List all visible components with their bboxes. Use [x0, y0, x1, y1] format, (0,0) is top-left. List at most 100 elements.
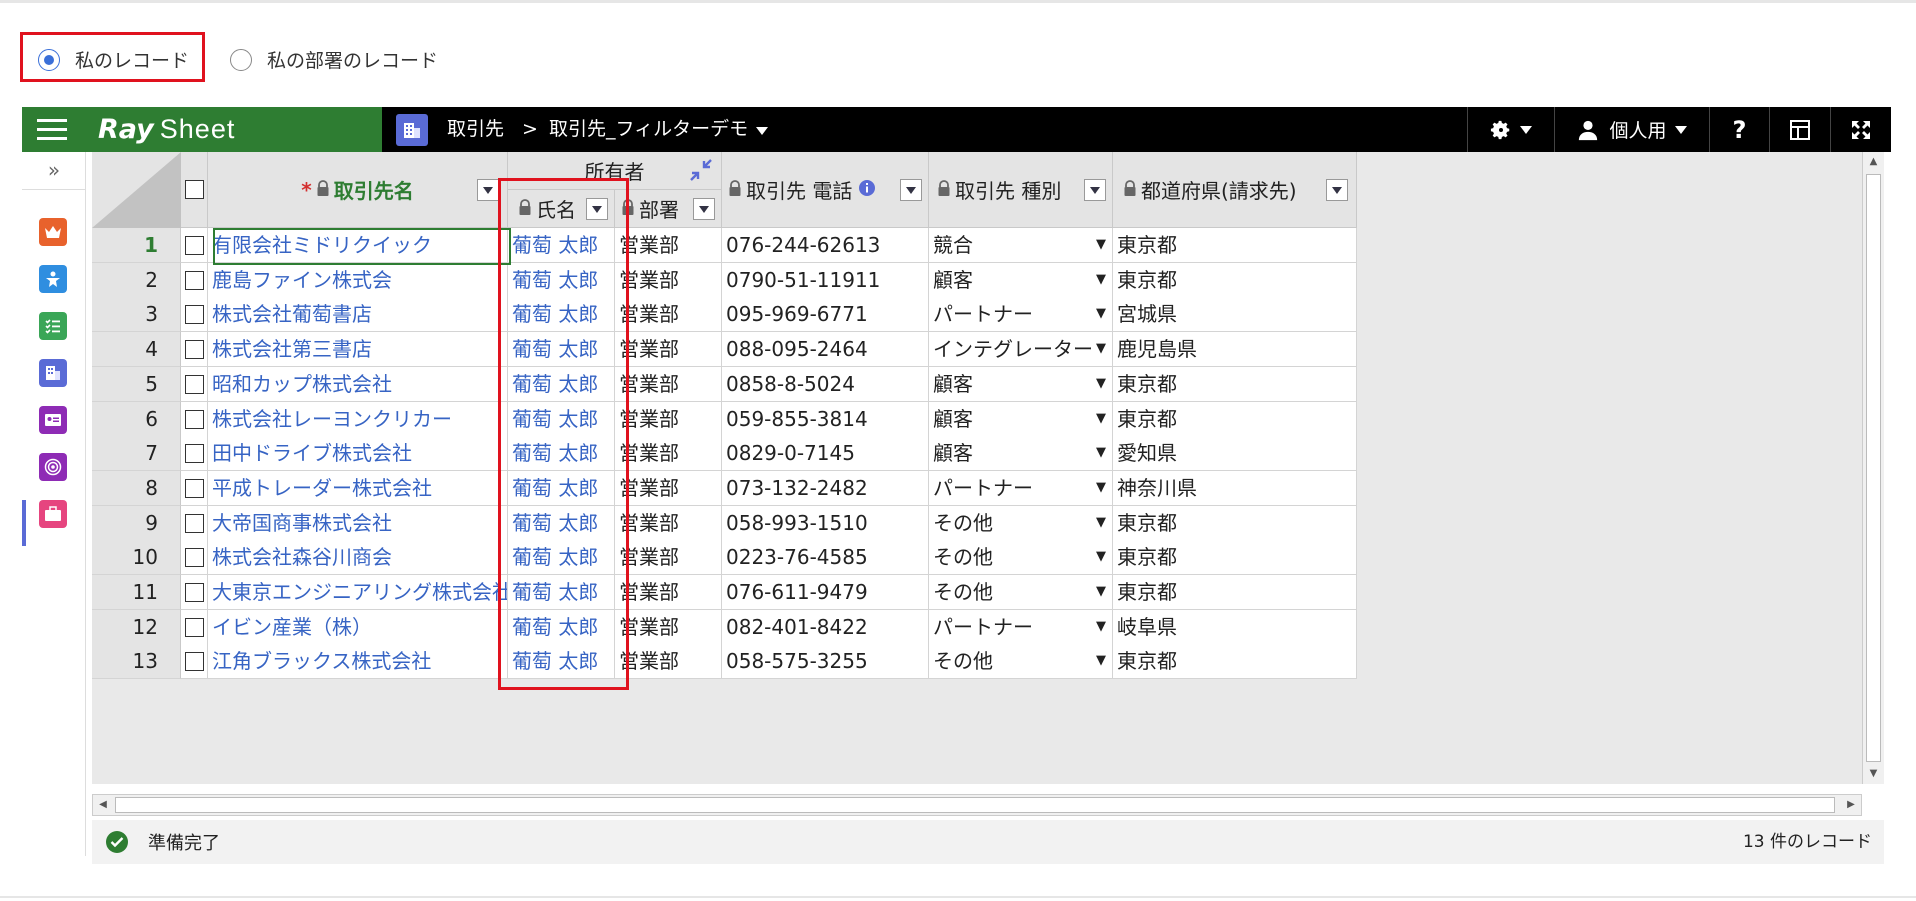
cell-prefecture[interactable]: 宮城県 — [1113, 297, 1357, 332]
select-dropdown-icon[interactable]: ▼ — [1096, 367, 1106, 401]
select-dropdown-icon[interactable]: ▼ — [1096, 540, 1106, 574]
radio-my-dept-records[interactable]: 私の部署のレコード — [230, 46, 438, 73]
select-dropdown-icon[interactable]: ▼ — [1096, 575, 1106, 609]
vertical-scrollbar[interactable]: ▲ ▼ — [1862, 152, 1884, 784]
cell-owner-name[interactable]: 葡萄 太郎 — [508, 540, 615, 575]
cell-phone[interactable]: 0790-51-11911 — [722, 263, 929, 298]
row-checkbox[interactable] — [184, 547, 204, 567]
row-number[interactable]: 13 — [92, 644, 181, 679]
row-checkbox[interactable] — [184, 478, 204, 498]
select-dropdown-icon[interactable]: ▼ — [1096, 297, 1106, 331]
radio-my-records[interactable]: 私のレコード — [38, 46, 189, 73]
layout-button[interactable] — [1769, 107, 1830, 152]
breadcrumb-view[interactable]: 取引先_フィルターデモ — [549, 107, 769, 152]
cell-account-name[interactable]: 鹿島ファイン株式会 — [208, 263, 508, 298]
row-checkbox[interactable] — [184, 304, 204, 324]
row-number[interactable]: 7 — [92, 436, 181, 471]
select-dropdown-icon[interactable]: ▼ — [1096, 263, 1106, 297]
row-number[interactable]: 11 — [92, 575, 181, 610]
cell-type[interactable]: その他 ▼ — [929, 575, 1113, 610]
cell-prefecture[interactable]: 岐阜県 — [1113, 610, 1357, 645]
scroll-up-icon[interactable]: ▲ — [1863, 152, 1884, 172]
select-all-checkbox[interactable] — [184, 180, 204, 199]
cell-account-name[interactable]: 田中ドライブ株式会社 — [208, 436, 508, 471]
cell-type[interactable]: 顧客 ▼ — [929, 436, 1113, 471]
cell-account-name[interactable]: 株式会社第三書店 — [208, 332, 508, 367]
cell-type[interactable]: その他 ▼ — [929, 644, 1113, 679]
select-dropdown-icon[interactable]: ▼ — [1096, 402, 1106, 436]
column-dropdown-button[interactable] — [1084, 179, 1106, 201]
cell-owner-name[interactable]: 葡萄 太郎 — [508, 644, 615, 679]
cell-phone[interactable]: 082-401-8422 — [722, 610, 929, 645]
cell-type[interactable]: 顧客 ▼ — [929, 263, 1113, 298]
row-checkbox[interactable] — [184, 374, 204, 394]
contact-card-icon[interactable] — [39, 406, 67, 434]
cell-prefecture[interactable]: 東京都 — [1113, 402, 1357, 437]
cell-owner-name[interactable]: 葡萄 太郎 — [508, 610, 615, 645]
cell-account-name[interactable]: 平成トレーダー株式会社 — [208, 471, 508, 506]
cell-account-name[interactable]: 大東京エンジニアリング株式会社 — [208, 575, 508, 610]
row-checkbox[interactable] — [184, 235, 204, 255]
column-header-prefecture[interactable]: 都道府県(請求先) — [1113, 152, 1357, 228]
cell-prefecture[interactable]: 東京都 — [1113, 644, 1357, 679]
cell-owner-name[interactable]: 葡萄 太郎 — [508, 436, 615, 471]
select-dropdown-icon[interactable]: ▼ — [1096, 228, 1106, 262]
cell-owner-name[interactable]: 葡萄 太郎 — [508, 402, 615, 437]
cell-prefecture[interactable]: 東京都 — [1113, 228, 1357, 263]
column-dropdown-button[interactable] — [900, 179, 922, 201]
row-number[interactable]: 1 — [92, 228, 181, 263]
cell-account-name[interactable]: イビン産業（株） — [208, 610, 508, 645]
cell-owner-name[interactable]: 葡萄 太郎 — [508, 506, 615, 541]
column-header-owner-dept[interactable]: 部署 — [615, 190, 722, 228]
cell-owner-name[interactable]: 葡萄 太郎 — [508, 471, 615, 506]
select-dropdown-icon[interactable]: ▼ — [1096, 471, 1106, 505]
cell-account-name[interactable]: 株式会社森谷川商会 — [208, 540, 508, 575]
cell-type[interactable]: パートナー ▼ — [929, 297, 1113, 332]
radio-checked-icon[interactable] — [38, 48, 60, 71]
target-icon[interactable] — [39, 453, 67, 481]
scroll-right-icon[interactable]: ▶ — [1841, 795, 1861, 815]
select-dropdown-icon[interactable]: ▼ — [1096, 436, 1106, 470]
cell-owner-name[interactable]: 葡萄 太郎 — [508, 575, 615, 610]
horizontal-scrollbar[interactable]: ◀ ▶ — [92, 794, 1862, 816]
cell-account-name[interactable]: 有限会社ミドリクイック — [208, 228, 508, 263]
cell-phone[interactable]: 076-611-9479 — [722, 575, 929, 610]
radio-unchecked-icon[interactable] — [230, 48, 252, 71]
row-checkbox[interactable] — [184, 617, 204, 637]
column-dropdown-button[interactable] — [1326, 179, 1348, 201]
row-checkbox[interactable] — [184, 270, 204, 290]
briefcase-icon[interactable] — [39, 500, 67, 528]
cell-prefecture[interactable]: 鹿児島県 — [1113, 332, 1357, 367]
cell-prefecture[interactable]: 東京都 — [1113, 540, 1357, 575]
row-checkbox[interactable] — [184, 582, 204, 602]
cell-phone[interactable]: 076-244-62613 — [722, 228, 929, 263]
row-number[interactable]: 6 — [92, 402, 181, 437]
menu-icon[interactable] — [22, 107, 82, 152]
cell-phone[interactable]: 088-095-2464 — [722, 332, 929, 367]
column-header-name[interactable]: * 取引先名 — [208, 152, 508, 228]
column-dropdown-button[interactable] — [586, 198, 608, 220]
select-dropdown-icon[interactable]: ▼ — [1096, 644, 1106, 678]
cell-phone[interactable]: 059-855-3814 — [722, 402, 929, 437]
cell-prefecture[interactable]: 神奈川県 — [1113, 471, 1357, 506]
cell-type[interactable]: 顧客 ▼ — [929, 367, 1113, 402]
cell-owner-name[interactable]: 葡萄 太郎 — [508, 332, 615, 367]
person-star-icon[interactable] — [39, 265, 67, 293]
cell-phone[interactable]: 0858-8-5024 — [722, 367, 929, 402]
cell-owner-name[interactable]: 葡萄 太郎 — [508, 228, 615, 263]
cell-prefecture[interactable]: 東京都 — [1113, 506, 1357, 541]
cell-type[interactable]: インテグレーター ▼ — [929, 332, 1113, 367]
help-button[interactable]: ? — [1709, 107, 1769, 152]
cell-phone[interactable]: 058-993-1510 — [722, 506, 929, 541]
cell-prefecture[interactable]: 愛知県 — [1113, 436, 1357, 471]
building-icon[interactable] — [39, 359, 67, 387]
cell-type[interactable]: その他 ▼ — [929, 540, 1113, 575]
cell-type[interactable]: その他 ▼ — [929, 506, 1113, 541]
column-header-owner-name[interactable]: 氏名 — [508, 190, 615, 228]
user-menu-button[interactable]: 個人用 — [1554, 107, 1709, 152]
row-checkbox[interactable] — [184, 339, 204, 359]
cell-prefecture[interactable]: 東京都 — [1113, 263, 1357, 298]
cell-account-name[interactable]: 株式会社葡萄書店 — [208, 297, 508, 332]
crown-icon[interactable] — [39, 218, 67, 246]
horizontal-scroll-thumb[interactable] — [115, 797, 1835, 813]
